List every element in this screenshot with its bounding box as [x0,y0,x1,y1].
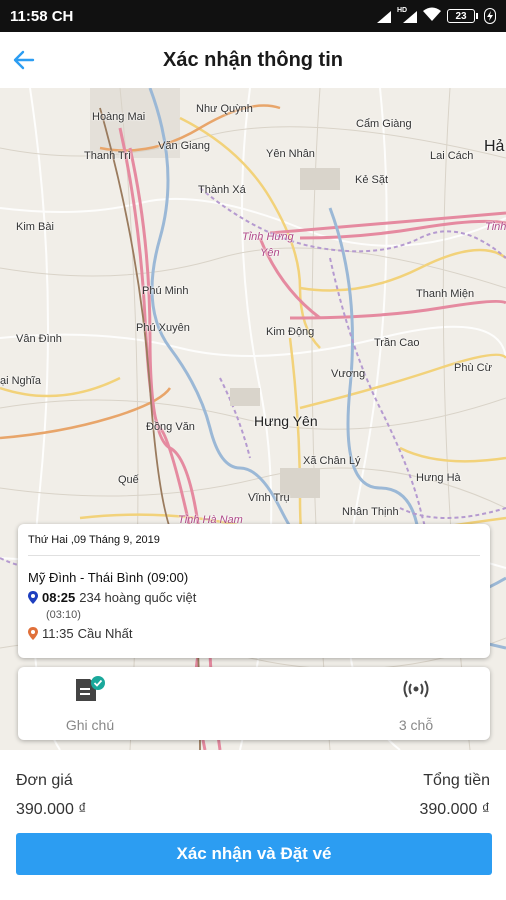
seats-option[interactable]: 3 chỗ [346,667,486,740]
map-label: Thanh Miện [416,288,475,300]
price-labels-row: Đơn giá Tổng tiền [16,772,490,790]
map-label: Phú Minh [142,285,189,297]
dropoff-stop: 11:35 Cầu Nhất [28,626,480,641]
map-label: Tỉnh Hưng [242,231,294,243]
broadcast-icon [403,680,429,698]
map-label: Quế [118,474,139,486]
seats-label: 3 chỗ [398,717,434,733]
trip-date: Thứ Hai ,09 Tháng 9, 2019 [28,534,480,556]
note-check-icon [76,676,105,701]
app-header: Xác nhận thông tin [0,32,506,88]
map-label: Đồng Văn [146,421,195,433]
map-label: Hưng Yên [254,413,318,429]
trip-route: Mỹ Đình - Thái Bình (09:00) [28,570,189,585]
dropoff-place: Cầu Nhất [77,626,133,641]
battery-level: 23 [447,9,475,23]
map-label: Trần Cao [374,337,420,349]
map-label: Phù Cừ [454,362,492,374]
signal-icon [371,9,391,23]
map-label: Tỉnh [485,221,506,233]
map-label: Thanh Trì [84,150,132,162]
map-label: Kẻ Sặt [355,174,389,186]
map-label: Hả [484,138,505,155]
unit-price-value: 390.000 ₫ [16,801,87,818]
dropoff-pin-icon [28,627,38,640]
map-label: ại Nghĩa [0,375,41,387]
back-button[interactable] [8,44,40,76]
trip-duration: (03:10) [46,609,81,621]
total-value: 390.000 ₫ [419,801,491,818]
map-label: Cẩm Giàng [356,118,412,130]
note-label: Ghi chú [65,717,115,733]
map-label: Vương [331,368,366,380]
map-label: Yên Nhân [266,148,315,160]
map-label: Xã Chân Lý [303,455,361,467]
map-label: Kim Động [266,326,315,338]
map-label: Như Quỳnh [196,103,253,115]
map-label: Hưng Hà [416,472,461,484]
dropoff-time: 11:35 [42,626,74,641]
unit-price-label: Đơn giá [16,772,73,789]
status-bar: 11:58 CH HD 23 [0,0,506,32]
battery-icon: 23 [447,9,478,23]
map-label: Thành Xá [198,184,246,196]
charging-icon [484,8,496,24]
pickup-stop: 08:25 234 hoàng quốc việt [28,590,480,605]
trip-info-card: Thứ Hai ,09 Tháng 9, 2019 Mỹ Đình - Thái… [18,524,490,658]
map-label: Vân Đình [16,333,62,345]
map-label: Phú Xuyên [136,322,190,334]
pickup-pin-icon [28,591,38,604]
note-option[interactable]: Ghi chú [20,667,160,740]
options-card: Ghi chú 3 chỗ [18,667,490,740]
status-icons: HD 23 [371,7,496,26]
booking-summary: Đơn giá Tổng tiền 390.000 ₫ 390.000 ₫ Xá… [0,750,506,900]
map-label: Nhân Thịnh [342,506,399,518]
map-label: Văn Giang [158,140,210,152]
confirm-booking-button[interactable]: Xác nhận và Đặt vé [16,833,492,875]
total-label: Tổng tiền [423,772,490,789]
status-time: 11:58 CH [10,7,74,25]
map-label: Hoàng Mai [92,111,146,123]
map-label: Lai Cách [430,150,474,162]
map-label: Yên [260,247,280,259]
map-label: Kim Bài [16,221,54,233]
price-values-row: 390.000 ₫ 390.000 ₫ [16,801,490,819]
pickup-time: 08:25 [42,590,76,605]
signal-hd-icon: HD [397,7,417,23]
wifi-icon [423,7,441,26]
pickup-place: 234 hoàng quốc việt [79,590,197,605]
map-label: Vĩnh Trụ [248,492,290,504]
arrow-left-icon [13,50,35,70]
page-title: Xác nhận thông tin [163,48,343,71]
